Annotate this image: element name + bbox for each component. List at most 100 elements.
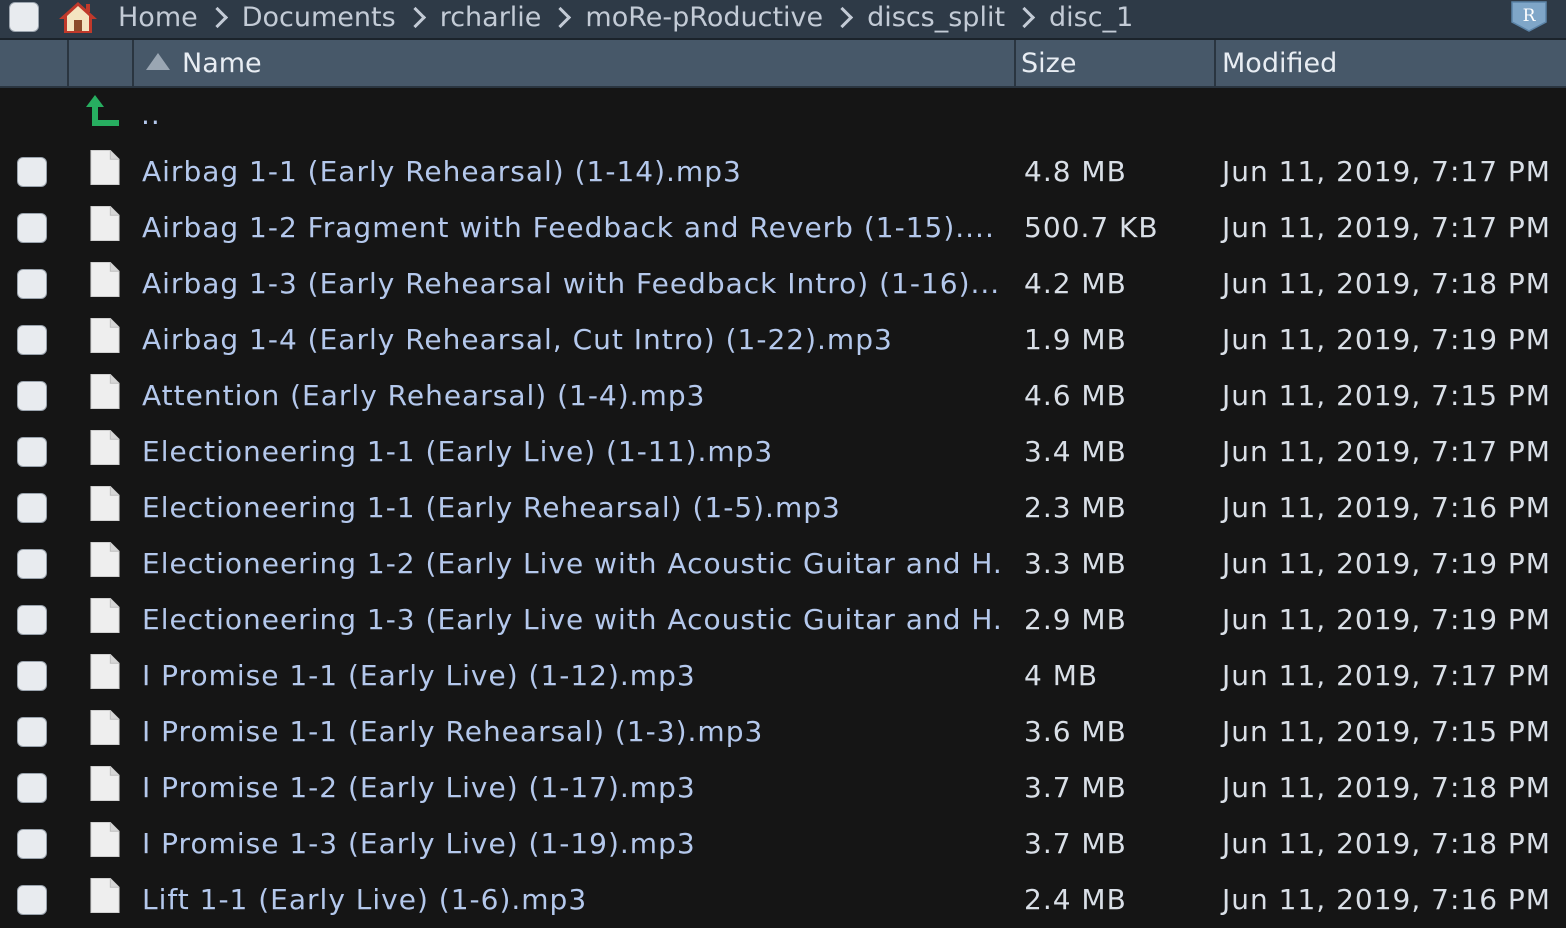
header-modified-label: Modified [1222,47,1338,79]
file-row[interactable]: Attention (Early Rehearsal) (1-4).mp3 4.6… [0,368,1566,424]
row-checkbox[interactable] [17,213,47,243]
path-bar: Home Documents rcharlie moRe-pRoductive … [0,0,1566,40]
file-modified: Jun 11, 2019, 7:19 PM [1222,603,1551,636]
file-size: 4.6 MB [1024,379,1127,412]
file-size: 2.9 MB [1024,603,1127,636]
file-size: 4.2 MB [1024,267,1127,300]
home-icon[interactable] [56,0,100,34]
file-name-link[interactable]: Electioneering 1-1 (Early Rehearsal) (1-… [142,480,1002,536]
file-icon [90,878,120,913]
file-modified: Jun 11, 2019, 7:18 PM [1222,827,1551,860]
file-row[interactable]: Electioneering 1-2 (Early Live with Acou… [0,536,1566,592]
header-name[interactable]: Name [134,40,1016,86]
file-name-link[interactable]: Electioneering 1-3 (Early Live with Acou… [142,592,1002,648]
file-modified: Jun 11, 2019, 7:19 PM [1222,323,1551,356]
file-modified: Jun 11, 2019, 7:18 PM [1222,267,1551,300]
file-row[interactable]: Lift 1-1 (Early Live) (1-6).mp3 2.4 MB Jun… [0,872,1566,928]
file-icon [90,766,120,801]
file-size: 3.4 MB [1024,435,1127,468]
file-row[interactable]: I Promise 1-1 (Early Rehearsal) (1-3).mp… [0,704,1566,760]
file-size: 3.7 MB [1024,827,1127,860]
file-name-link[interactable]: Airbag 1-3 (Early Rehearsal with Feedbac… [142,256,1002,312]
file-name-link[interactable]: Airbag 1-2 Fragment with Feedback and Re… [142,200,1002,256]
header-modified[interactable]: Modified [1216,40,1566,86]
breadcrumb-more-productive[interactable]: moRe-pRoductive [585,2,823,33]
file-icon [90,710,120,745]
chevron-right-icon [832,6,854,28]
file-name-link[interactable]: I Promise 1-1 (Early Rehearsal) (1-3).mp… [142,704,1002,760]
file-icon [90,654,120,689]
chevron-right-icon [206,6,228,28]
row-checkbox[interactable] [17,605,47,635]
row-checkbox[interactable] [17,717,47,747]
breadcrumb-discs-split[interactable]: discs_split [867,2,1005,33]
chevron-right-icon [550,6,572,28]
file-size: 500.7 KB [1024,211,1159,244]
file-icon [90,318,120,353]
row-checkbox[interactable] [17,269,47,299]
row-checkbox[interactable] [17,549,47,579]
file-size: 3.3 MB [1024,547,1127,580]
row-checkbox[interactable] [17,437,47,467]
r-project-icon[interactable]: R [1510,0,1548,32]
file-name-link[interactable]: Lift 1-1 (Early Live) (1-6).mp3 [142,872,1002,928]
breadcrumb-home[interactable]: Home [118,2,198,33]
file-modified: Jun 11, 2019, 7:17 PM [1222,659,1551,692]
file-modified: Jun 11, 2019, 7:18 PM [1222,771,1551,804]
file-row[interactable]: I Promise 1-3 (Early Live) (1-19).mp3 3.7… [0,816,1566,872]
file-row[interactable]: Airbag 1-1 (Early Rehearsal) (1-14).mp3 4… [0,144,1566,200]
parent-directory-link[interactable]: .. [141,88,1001,144]
breadcrumb-rcharlie[interactable]: rcharlie [440,2,542,33]
file-row[interactable]: Electioneering 1-3 (Early Live with Acou… [0,592,1566,648]
svg-text:R: R [1523,6,1537,26]
column-header: Name Size Modified [0,40,1566,88]
file-name-link[interactable]: Electioneering 1-1 (Early Live) (1-11).m… [142,424,1002,480]
file-modified: Jun 11, 2019, 7:16 PM [1222,491,1551,524]
sort-ascending-icon [146,52,170,70]
file-name-link[interactable]: Attention (Early Rehearsal) (1-4).mp3 [142,368,1002,424]
row-checkbox[interactable] [17,661,47,691]
file-size: 3.7 MB [1024,771,1127,804]
file-row[interactable]: Electioneering 1-1 (Early Rehearsal) (1-… [0,480,1566,536]
row-checkbox[interactable] [17,885,47,915]
file-row[interactable]: Airbag 1-3 (Early Rehearsal with Feedbac… [0,256,1566,312]
file-row[interactable]: Electioneering 1-1 (Early Live) (1-11).m… [0,424,1566,480]
file-icon [90,150,120,185]
row-checkbox[interactable] [17,381,47,411]
header-size[interactable]: Size [1016,40,1216,86]
file-name-link[interactable]: Airbag 1-4 (Early Rehearsal, Cut Intro) … [142,312,1002,368]
file-row[interactable]: Airbag 1-2 Fragment with Feedback and Re… [0,200,1566,256]
file-name-link[interactable]: Airbag 1-1 (Early Rehearsal) (1-14).mp3 [142,144,1002,200]
file-name-link[interactable]: I Promise 1-2 (Early Live) (1-17).mp3 [142,760,1002,816]
header-name-label: Name [182,47,262,79]
file-row[interactable]: I Promise 1-1 (Early Live) (1-12).mp3 4 M… [0,648,1566,704]
breadcrumb-disc-1[interactable]: disc_1 [1049,2,1133,33]
file-row[interactable]: Airbag 1-4 (Early Rehearsal, Cut Intro) … [0,312,1566,368]
row-checkbox[interactable] [17,829,47,859]
file-size: 2.3 MB [1024,491,1127,524]
select-all-checkbox[interactable] [9,2,39,32]
file-size: 4 MB [1024,659,1099,692]
file-icon [90,598,120,633]
row-checkbox[interactable] [17,773,47,803]
parent-directory-row[interactable]: .. [0,88,1566,144]
row-checkbox[interactable] [17,325,47,355]
up-arrow-icon[interactable] [84,92,122,130]
file-name-link[interactable]: I Promise 1-3 (Early Live) (1-19).mp3 [142,816,1002,872]
file-modified: Jun 11, 2019, 7:17 PM [1222,435,1551,468]
file-icon [90,542,120,577]
file-modified: Jun 11, 2019, 7:15 PM [1222,379,1551,412]
file-name-link[interactable]: I Promise 1-1 (Early Live) (1-12).mp3 [142,648,1002,704]
file-modified: Jun 11, 2019, 7:17 PM [1222,211,1551,244]
chevron-right-icon [1013,6,1036,28]
file-row[interactable]: I Promise 1-2 (Early Live) (1-17).mp3 3.7… [0,760,1566,816]
row-checkbox[interactable] [17,493,47,523]
file-name-link[interactable]: Electioneering 1-2 (Early Live with Acou… [142,536,1002,592]
file-modified: Jun 11, 2019, 7:19 PM [1222,547,1551,580]
file-icon [90,486,120,521]
breadcrumb-documents[interactable]: Documents [242,2,396,33]
header-size-label: Size [1021,47,1077,79]
file-modified: Jun 11, 2019, 7:15 PM [1222,715,1551,748]
row-checkbox[interactable] [17,157,47,187]
breadcrumb: Home Documents rcharlie moRe-pRoductive … [118,0,1133,34]
